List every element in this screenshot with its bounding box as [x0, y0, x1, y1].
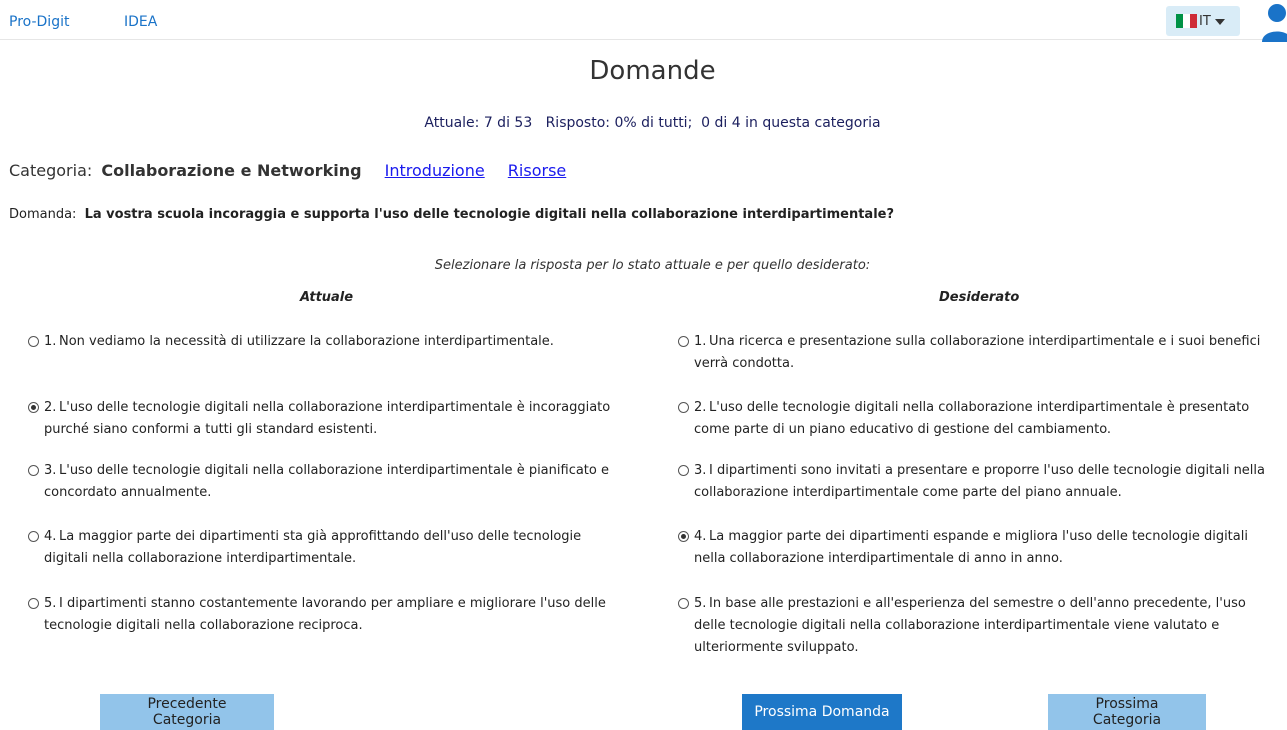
language-code: IT: [1199, 13, 1211, 29]
option-number: 5.: [44, 596, 57, 611]
option-number: 3.: [694, 463, 707, 478]
current-radio-1[interactable]: [28, 336, 39, 347]
nav-idea-link[interactable]: IDEA: [124, 14, 157, 30]
option-text: I dipartimenti sono invitati a presentar…: [694, 463, 1265, 500]
next-question-button[interactable]: Prossima Domanda: [742, 694, 902, 730]
nav-brand-link[interactable]: Pro-Digit: [9, 14, 69, 30]
desired-column-title: Desiderato: [939, 290, 1020, 305]
desired-option-1[interactable]: 1. Una ricerca e presentazione sulla col…: [678, 331, 1278, 375]
answer-instructions: Selezionare la risposta per lo stato att…: [434, 258, 871, 273]
option-text: L'uso delle tecnologie digitali nella co…: [694, 400, 1250, 437]
desired-option-3[interactable]: 3. I dipartimenti sono invitati a presen…: [678, 460, 1278, 504]
desired-radio-1[interactable]: [678, 336, 689, 347]
current-option-5[interactable]: 5. I dipartimenti stanno costantemente l…: [28, 593, 628, 637]
current-radio-2[interactable]: [28, 402, 39, 413]
current-radio-4[interactable]: [28, 531, 39, 542]
current-radio-3[interactable]: [28, 465, 39, 476]
progress-status: Attuale: 7 di 53 Risposto: 0% di tutti; …: [424, 115, 881, 131]
current-option-3[interactable]: 3. L'uso delle tecnologie digitali nella…: [28, 460, 628, 504]
question-label: Domanda:: [9, 207, 77, 222]
option-text: La maggior parte dei dipartimenti espand…: [694, 529, 1248, 566]
user-icon[interactable]: [1262, 2, 1287, 42]
option-text: I dipartimenti stanno costantemente lavo…: [44, 596, 606, 633]
option-text: In base alle prestazioni e all'esperienz…: [694, 596, 1246, 655]
option-number: 4.: [44, 529, 57, 544]
current-column-title: Attuale: [300, 290, 354, 305]
desired-radio-3[interactable]: [678, 465, 689, 476]
desired-option-2[interactable]: 2. L'uso delle tecnologie digitali nella…: [678, 397, 1278, 441]
previous-category-button[interactable]: Precedente Categoria: [100, 694, 274, 730]
introduction-link[interactable]: Introduzione: [385, 161, 485, 180]
option-number: 4.: [694, 529, 707, 544]
page-title: Domande: [589, 56, 716, 86]
desired-option-4[interactable]: 4. La maggior parte dei dipartimenti esp…: [678, 526, 1278, 570]
question-row: Domanda: La vostra scuola incoraggia e s…: [9, 207, 894, 222]
italy-flag-icon: [1176, 14, 1197, 28]
next-category-button[interactable]: Prossima Categoria: [1048, 694, 1206, 730]
option-text: L'uso delle tecnologie digitali nella co…: [44, 463, 609, 500]
current-option-2[interactable]: 2. L'uso delle tecnologie digitali nella…: [28, 397, 628, 441]
option-number: 1.: [44, 334, 57, 349]
option-number: 1.: [694, 334, 707, 349]
desired-radio-5[interactable]: [678, 598, 689, 609]
caret-down-icon: [1214, 19, 1225, 25]
category-name: Collaborazione e Networking: [101, 161, 362, 180]
desired-radio-2[interactable]: [678, 402, 689, 413]
option-text: Una ricerca e presentazione sulla collab…: [694, 334, 1261, 371]
option-number: 2.: [694, 400, 707, 415]
top-navbar: Pro-Digit IDEA IT: [0, 0, 1287, 42]
desired-radio-4[interactable]: [678, 531, 689, 542]
category-row: Categoria: Collaborazione e Networking I…: [9, 161, 566, 180]
current-option-1[interactable]: 1. Non vediamo la necessità di utilizzar…: [28, 331, 628, 353]
option-number: 2.: [44, 400, 57, 415]
current-option-4[interactable]: 4. La maggior parte dei dipartimenti sta…: [28, 526, 628, 570]
language-selector[interactable]: IT: [1166, 6, 1240, 36]
option-number: 5.: [694, 596, 707, 611]
question-text: La vostra scuola incoraggia e supporta l…: [84, 207, 895, 222]
category-label: Categoria:: [9, 161, 93, 180]
option-number: 3.: [44, 463, 57, 478]
option-text: L'uso delle tecnologie digitali nella co…: [44, 400, 611, 437]
desired-option-5[interactable]: 5. In base alle prestazioni e all'esperi…: [678, 593, 1278, 659]
option-text: Non vediamo la necessità di utilizzare l…: [59, 334, 554, 349]
current-radio-5[interactable]: [28, 598, 39, 609]
resources-link[interactable]: Risorse: [508, 161, 566, 180]
option-text: La maggior parte dei dipartimenti sta gi…: [44, 529, 582, 566]
